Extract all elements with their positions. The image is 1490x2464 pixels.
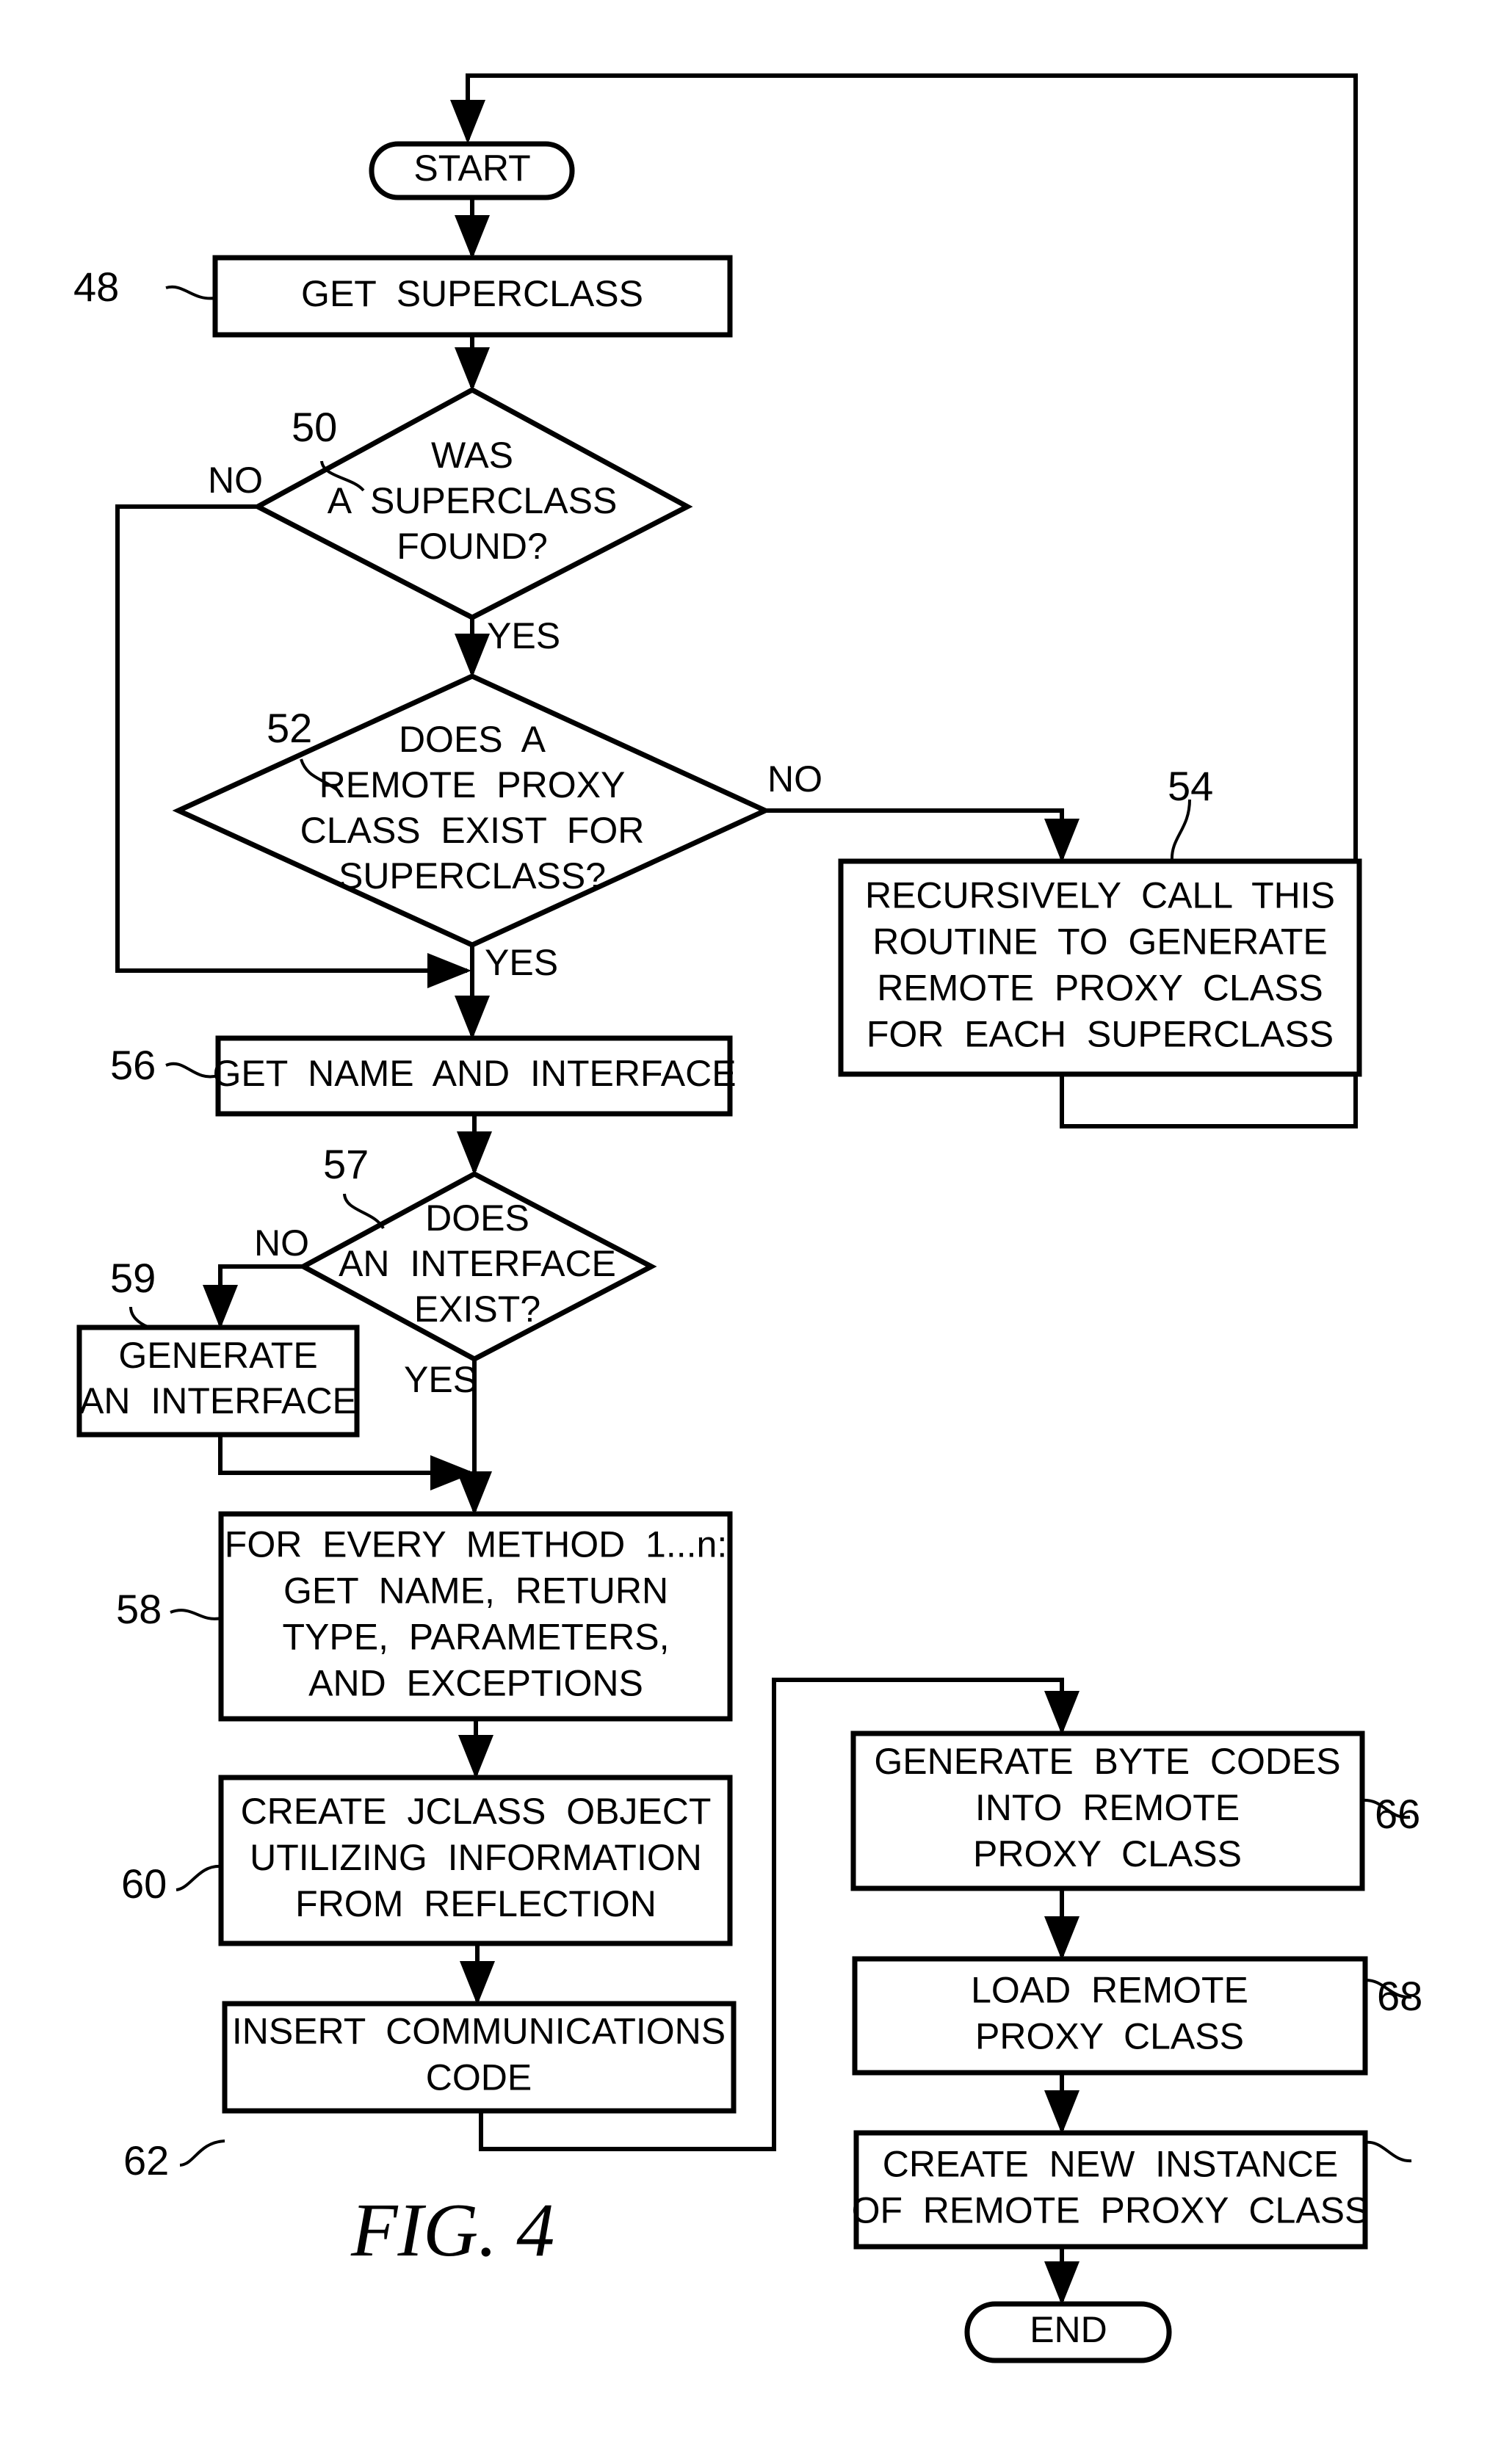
node-52-text: SUPERCLASS?	[339, 855, 606, 896]
node-end-text: END	[1030, 2309, 1107, 2350]
node-64-text: INTO REMOTE	[975, 1787, 1240, 1828]
leader-62	[179, 2139, 225, 2167]
node-68-text: CREATE NEW INSTANCE	[883, 2144, 1338, 2185]
node-57-text: AN INTERFACE	[339, 1243, 616, 1284]
node-62-text: CODE	[426, 2057, 532, 2098]
node-54-text: ROUTINE TO GENERATE	[872, 921, 1328, 963]
node-60-text: UTILIZING INFORMATION	[250, 1837, 702, 1878]
node-59-text: GENERATE	[118, 1335, 317, 1376]
ref-54: 54	[1168, 763, 1213, 809]
ref-64: 66	[1375, 1791, 1420, 1837]
node-57-text: EXIST?	[414, 1289, 540, 1330]
leader-57	[343, 1193, 385, 1230]
figure-caption: FIG. 4	[350, 2188, 554, 2272]
leader-68	[1364, 2140, 1412, 2163]
ref-58: 58	[116, 1586, 162, 1632]
ref-52: 52	[267, 705, 312, 751]
node-58-text: FOR EVERY METHOD 1...n:	[225, 1524, 727, 1565]
label-57-no: NO	[254, 1222, 309, 1264]
node-68-text: OF REMOTE PROXY CLASS	[852, 2190, 1370, 2231]
flowchart: START GET SUPERCLASS WASA SUPERCLASS FOUND?…	[73, 73, 1422, 2363]
leader-60	[176, 1864, 222, 1891]
node-50-text: A SUPERCLASS	[328, 480, 618, 521]
node-64-text: GENERATE BYTE CODES	[874, 1741, 1340, 1782]
ref-56: 56	[110, 1042, 156, 1088]
node-59-text: AN INTERFACE	[79, 1380, 357, 1421]
node-62-text: INSERT COMMUNICATIONS	[232, 2011, 726, 2052]
ref-60: 60	[121, 1860, 167, 1907]
label-52-yes: YES	[485, 942, 558, 983]
ref-57: 57	[323, 1141, 369, 1187]
edge-57-59-no	[203, 1264, 303, 1329]
leader-48	[165, 285, 216, 300]
node-58-text: GET NAME, RETURN	[283, 1570, 668, 1612]
node-48-text: GET SUPERCLASS	[301, 273, 643, 314]
node-start-text: START	[413, 148, 530, 189]
node-54-text: REMOTE PROXY CLASS	[877, 968, 1323, 1009]
ref-59: 59	[110, 1255, 156, 1301]
node-52-text: DOES A	[399, 719, 546, 760]
ref-66: 68	[1377, 1973, 1422, 2019]
leader-56	[165, 1062, 219, 1079]
label-57-yes: YES	[404, 1359, 477, 1400]
node-56-text: GET NAME AND INTERFACE	[212, 1053, 736, 1094]
node-60-text: CREATE JCLASS OBJECT	[241, 1791, 712, 1832]
edge-52-54-no	[765, 808, 1079, 863]
node-60-text: FROM REFLECTION	[295, 1883, 657, 1924]
node-50-text: FOUND?	[397, 526, 548, 567]
node-66-text: PROXY CLASS	[975, 2016, 1244, 2057]
node-54-text: FOR EACH SUPERCLASS	[867, 1014, 1334, 1055]
node-58-text: AND EXCEPTIONS	[308, 1663, 643, 1704]
ref-50: 50	[292, 404, 337, 450]
label-50-no: NO	[208, 460, 263, 501]
node-52-text: REMOTE PROXY	[319, 764, 626, 805]
node-64-text: PROXY CLASS	[973, 1833, 1242, 1874]
node-57-text: DOES	[425, 1197, 529, 1239]
node-52-text: CLASS EXIST FOR	[300, 810, 645, 851]
ref-48: 48	[73, 264, 119, 310]
ref-62: 62	[123, 2137, 169, 2184]
node-66-text: LOAD REMOTE	[971, 1970, 1248, 2011]
node-50-text: WAS	[431, 435, 513, 476]
edge-59-merge	[218, 1435, 474, 1490]
node-54-text: RECURSIVELY CALL THIS	[865, 875, 1335, 916]
leader-59	[129, 1306, 154, 1330]
label-52-no: NO	[767, 758, 822, 800]
leader-58	[170, 1609, 222, 1620]
node-58-text: TYPE, PARAMETERS,	[283, 1617, 670, 1658]
label-50-yes: YES	[487, 615, 560, 656]
